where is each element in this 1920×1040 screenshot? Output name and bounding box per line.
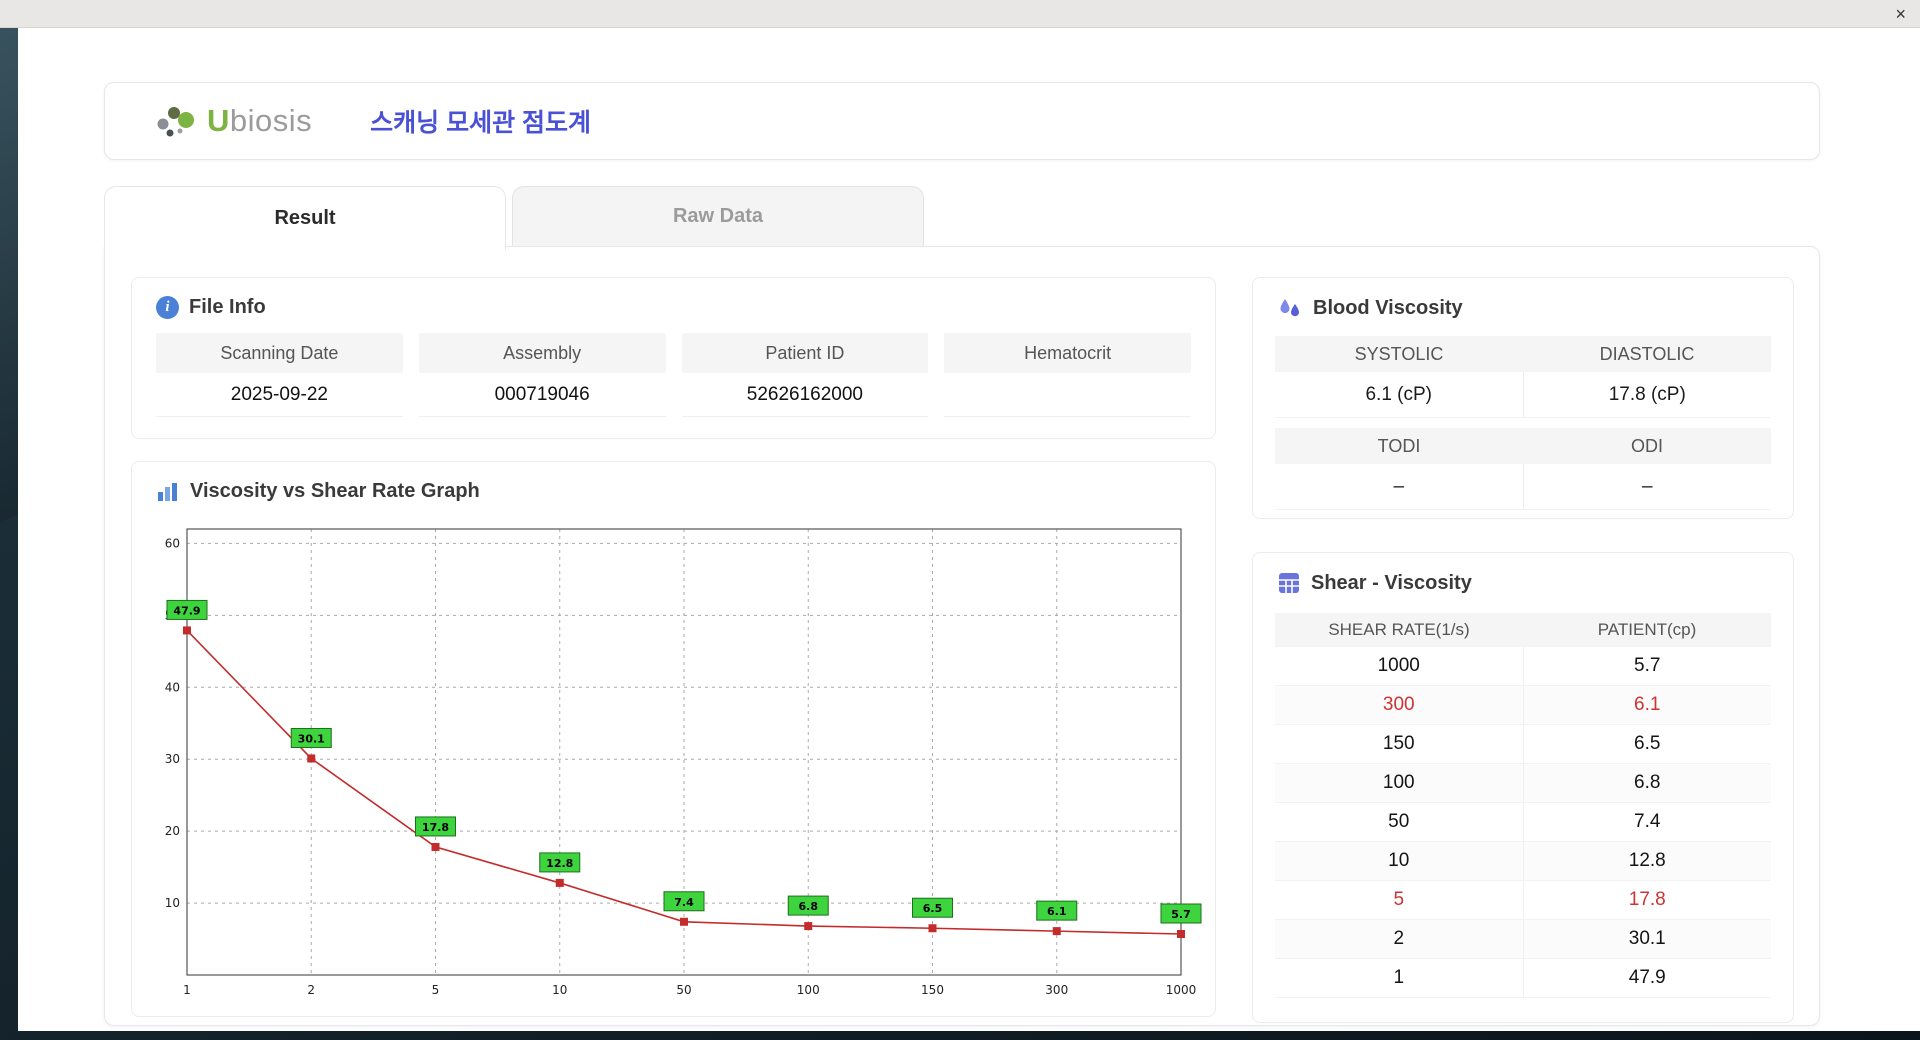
patient-cell: 30.1 (1628, 928, 1666, 949)
svg-text:100: 100 (797, 983, 820, 997)
svg-text:6.1: 6.1 (1047, 905, 1067, 918)
table-row: 2 30.1 (1275, 920, 1771, 959)
shear-rate-cell: 1 (1275, 959, 1524, 997)
shear-rate-cell: 2 (1275, 920, 1524, 958)
patient-column-header: PATIENT(cp) (1523, 613, 1771, 647)
table-row: 50 7.4 (1275, 803, 1771, 842)
svg-text:6.5: 6.5 (923, 902, 943, 915)
table-row: 300 6.1 (1275, 686, 1771, 725)
shear-rate-cell: 50 (1275, 803, 1524, 841)
shear-table-body: 1000 5.7 300 6.1 150 6.5 100 6.8 50 7.4 10 12.8 5 17.… (1275, 647, 1771, 998)
odi-header: ODI (1523, 428, 1771, 464)
svg-text:47.9: 47.9 (173, 604, 200, 617)
blood-viscosity-panel: Blood Viscosity SYSTOLIC DIASTOLIC 6.1 (… (1252, 277, 1794, 519)
todi-value: – (1275, 464, 1524, 510)
table-row: 150 6.5 (1275, 725, 1771, 764)
shear-rate-column-header: SHEAR RATE(1/s) (1275, 613, 1523, 647)
svg-text:1: 1 (183, 983, 191, 997)
svg-text:50: 50 (676, 983, 691, 997)
table-grid-icon (1279, 573, 1299, 593)
svg-text:150: 150 (921, 983, 944, 997)
diastolic-header: DIASTOLIC (1523, 336, 1771, 372)
svg-text:5.7: 5.7 (1171, 908, 1191, 921)
svg-text:1000: 1000 (1166, 983, 1197, 997)
table-row: 5 17.8 (1275, 881, 1771, 920)
patient-cell: 47.9 (1628, 967, 1666, 988)
svg-text:6.8: 6.8 (799, 900, 819, 913)
field-assembly: Assembly 000719046 (418, 333, 666, 417)
tab-raw-data[interactable]: Raw Data (512, 186, 924, 246)
shear-viscosity-panel: Shear - Viscosity SHEAR RATE(1/s) PATIEN… (1252, 552, 1794, 1023)
diastolic-value: 17.8 (cP) (1523, 372, 1771, 418)
table-row: 1 47.9 (1275, 959, 1771, 998)
field-label: Patient ID (681, 333, 929, 373)
field-patient-id: Patient ID 52626162000 (681, 333, 929, 417)
systolic-header: SYSTOLIC (1275, 336, 1523, 372)
file-info-panel: i File Info Scanning Date 2025-09-22 Ass… (131, 277, 1216, 439)
svg-text:12.8: 12.8 (546, 857, 573, 870)
bar-chart-icon (158, 482, 177, 501)
table-row: 100 6.8 (1275, 764, 1771, 803)
field-value: 2025-09-22 (156, 373, 403, 417)
titlebar: × (0, 0, 1920, 28)
svg-text:7.4: 7.4 (674, 896, 694, 909)
viscosity-graph-panel: Viscosity vs Shear Rate Graph 10 20 30 40 50… (131, 461, 1216, 1017)
shear-viscosity-title: Shear - Viscosity (1311, 571, 1472, 594)
result-content: i File Info Scanning Date 2025-09-22 Ass… (104, 246, 1820, 1026)
systolic-value: 6.1 (cP) (1275, 372, 1524, 418)
field-hematocrit: Hematocrit (944, 333, 1191, 417)
tab-result[interactable]: Result (104, 186, 506, 250)
svg-text:60: 60 (165, 536, 180, 550)
field-value: 000719046 (418, 373, 666, 417)
blood-viscosity-title: Blood Viscosity (1313, 296, 1463, 319)
field-value: 52626162000 (681, 373, 929, 417)
graph-title: Viscosity vs Shear Rate Graph (190, 480, 480, 502)
todi-header: TODI (1275, 428, 1523, 464)
svg-text:30: 30 (165, 752, 180, 766)
table-row: 1000 5.7 (1275, 647, 1771, 686)
field-label: Assembly (418, 333, 666, 373)
svg-text:300: 300 (1045, 983, 1068, 997)
shear-rate-cell: 10 (1275, 842, 1524, 880)
patient-cell: 6.1 (1634, 694, 1661, 715)
chart-area: 1020304050601251050100150300100047.930.1… (150, 515, 1215, 1015)
patient-cell: 6.5 (1634, 733, 1661, 754)
info-icon: i (156, 296, 179, 319)
svg-text:5: 5 (432, 983, 440, 997)
viscosity-chart: 1020304050601251050100150300100047.930.1… (165, 528, 1202, 997)
shear-rate-cell: 150 (1275, 725, 1524, 763)
svg-text:40: 40 (165, 680, 180, 694)
close-icon[interactable]: × (1895, 2, 1906, 26)
shear-rate-cell: 100 (1275, 764, 1524, 802)
svg-text:10: 10 (165, 896, 180, 910)
app-header: Ubiosis 스캐닝 모세관 점도계 (104, 82, 1820, 160)
odi-value: – (1523, 464, 1771, 510)
svg-text:17.8: 17.8 (422, 821, 449, 834)
field-value (944, 373, 1191, 417)
leaf-dots-icon (157, 107, 194, 137)
file-info-title: File Info (189, 296, 266, 318)
shear-rate-cell: 1000 (1275, 647, 1524, 685)
patient-cell: 12.8 (1628, 850, 1666, 871)
patient-cell: 7.4 (1634, 811, 1661, 832)
logo-text-rest: biosis (229, 103, 313, 138)
droplets-icon (1280, 299, 1299, 317)
svg-text:20: 20 (165, 824, 180, 838)
patient-cell: 6.8 (1634, 772, 1661, 793)
field-label: Scanning Date (156, 333, 403, 373)
field-scanning-date: Scanning Date 2025-09-22 (156, 333, 403, 417)
patient-cell: 17.8 (1628, 889, 1666, 910)
field-label: Hematocrit (944, 333, 1191, 373)
svg-text:30.1: 30.1 (298, 732, 325, 745)
ubiosis-logo: Ubiosis (153, 100, 312, 142)
shear-rate-cell: 300 (1275, 686, 1524, 724)
svg-text:2: 2 (307, 983, 315, 997)
page-title: 스캐닝 모세관 점도계 (370, 109, 592, 137)
patient-cell: 5.7 (1634, 655, 1661, 676)
table-row: 10 12.8 (1275, 842, 1771, 881)
logo-text: Ubiosis (207, 103, 313, 138)
svg-text:10: 10 (552, 983, 567, 997)
app-window: Ubiosis 스캐닝 모세관 점도계 Result Raw Data i Fi… (18, 28, 1920, 1031)
shear-rate-cell: 5 (1275, 881, 1524, 919)
